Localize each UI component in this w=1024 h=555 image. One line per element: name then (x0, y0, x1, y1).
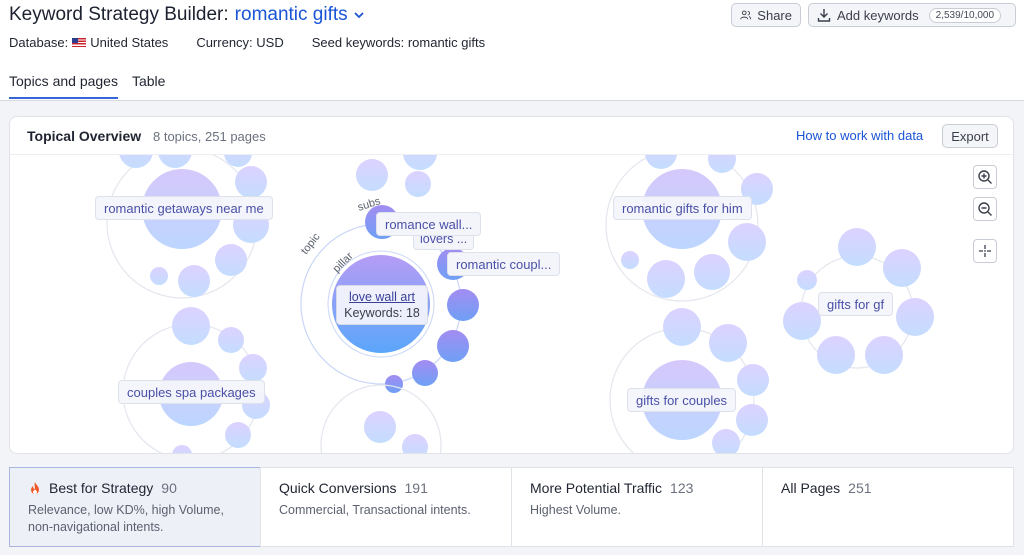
zoom-out-button[interactable] (973, 197, 997, 221)
export-button[interactable]: Export (942, 124, 998, 148)
card-summary: 8 topics, 251 pages (153, 129, 266, 144)
strategy-desc: Relevance, low KD%, high Volume, non-nav… (28, 502, 242, 536)
topic-label-getaways[interactable]: romantic getaways near me (95, 196, 273, 220)
zoom-in-button[interactable] (973, 165, 997, 189)
sub-label-romance-wall[interactable]: romance wall... (376, 212, 482, 236)
fire-icon (31, 482, 39, 494)
topic-label-gifts-for-couples[interactable]: gifts for couples (627, 388, 737, 412)
strategy-desc-line: Highest Volume. (530, 503, 622, 517)
zoom-in-icon (978, 170, 992, 184)
topic-cluster-getaways[interactable] (106, 155, 269, 299)
strategy-desc-line: Commercial, Transactional intents. (279, 503, 471, 517)
pillar-tooltip[interactable]: love wall art Keywords: 18 (336, 285, 428, 325)
users-icon (740, 10, 752, 20)
meta-bar: Database: United States Currency: USD Se… (9, 35, 485, 50)
strategy-count: 123 (670, 480, 694, 496)
database-info: Database: United States (9, 35, 168, 50)
page-header: Keyword Strategy Builder: romantic gifts (9, 3, 366, 27)
strategy-title-row: All Pages 251 (781, 480, 995, 496)
strategy-title: All Pages (781, 480, 841, 496)
project-selector[interactable]: romantic gifts (235, 4, 348, 26)
topic-cluster-gifts-for-him[interactable] (605, 155, 773, 302)
database-value: United States (90, 35, 169, 50)
strategy-count: 251 (848, 480, 872, 496)
crosshair-icon (979, 245, 991, 257)
strategy-card-more-traffic[interactable]: More Potential Traffic 123 Highest Volum… (511, 467, 763, 547)
database-label: Database: (9, 35, 69, 50)
recenter-button[interactable] (973, 239, 997, 263)
strategy-title-row: Quick Conversions 191 (279, 480, 493, 496)
strategy-count: 90 (161, 480, 177, 496)
pillar-page-link[interactable]: love wall art (349, 290, 415, 304)
card-header: Topical Overview 8 topics, 251 pages How… (10, 117, 1013, 155)
strategy-card-quick-conversions[interactable]: Quick Conversions 191 Commercial, Transa… (260, 467, 512, 547)
strategy-card-all-pages[interactable]: All Pages 251 (762, 467, 1014, 547)
strategy-title: Quick Conversions (279, 480, 397, 496)
strategy-card-best[interactable]: Best for Strategy 90 Relevance, low KD%,… (9, 467, 261, 547)
strategy-title-row: Best for Strategy 90 (28, 480, 242, 496)
us-flag-icon (72, 38, 87, 47)
topic-label-gifts-for-gf[interactable]: gifts for gf (818, 292, 894, 316)
strategy-title: Best for Strategy (49, 480, 154, 496)
topical-overview-card: Topical Overview 8 topics, 251 pages How… (9, 116, 1014, 454)
add-keywords-button[interactable]: Add keywords 2,539/10,000 (808, 3, 1016, 27)
page-title: Keyword Strategy Builder: (9, 4, 229, 25)
sub-label-romantic-couple[interactable]: romantic coupl... (447, 252, 561, 276)
card-title: Topical Overview (27, 128, 142, 144)
strategy-title-row: More Potential Traffic 123 (530, 480, 744, 496)
how-to-work-link[interactable]: How to work with data (796, 128, 923, 143)
strategy-desc-line: Relevance, low KD%, high Volume, (28, 503, 224, 517)
seed-keywords-info: Seed keywords: romantic gifts (311, 35, 486, 50)
tab-table[interactable]: Table (132, 73, 165, 99)
strategy-desc: Highest Volume. (530, 502, 744, 519)
pillar-keywords-count: Keywords: 18 (344, 306, 420, 320)
download-icon (817, 9, 831, 22)
topic-label-gifts-for-him[interactable]: romantic gifts for him (613, 196, 752, 220)
view-tabs: Topics and pages Table (9, 73, 165, 99)
share-label: Share (757, 7, 792, 23)
currency-info: Currency: USD (196, 35, 284, 50)
strategy-count: 191 (404, 480, 428, 496)
strategy-desc-line: non-navigational intents. (28, 520, 164, 534)
chevron-down-icon[interactable] (352, 8, 366, 22)
add-keywords-label: Add keywords (837, 7, 919, 23)
share-button[interactable]: Share (731, 3, 801, 27)
keyword-usage-badge: 2,539/10,000 (928, 7, 1002, 23)
zoom-out-icon (978, 202, 992, 216)
topic-label-spa[interactable]: couples spa packages (118, 380, 265, 404)
tab-topics-and-pages[interactable]: Topics and pages (9, 73, 118, 99)
strategy-title: More Potential Traffic (530, 480, 663, 496)
topic-cluster-gifts-for-couples[interactable] (609, 308, 769, 454)
export-label: Export (951, 128, 989, 144)
strategy-desc: Commercial, Transactional intents. (279, 502, 493, 519)
